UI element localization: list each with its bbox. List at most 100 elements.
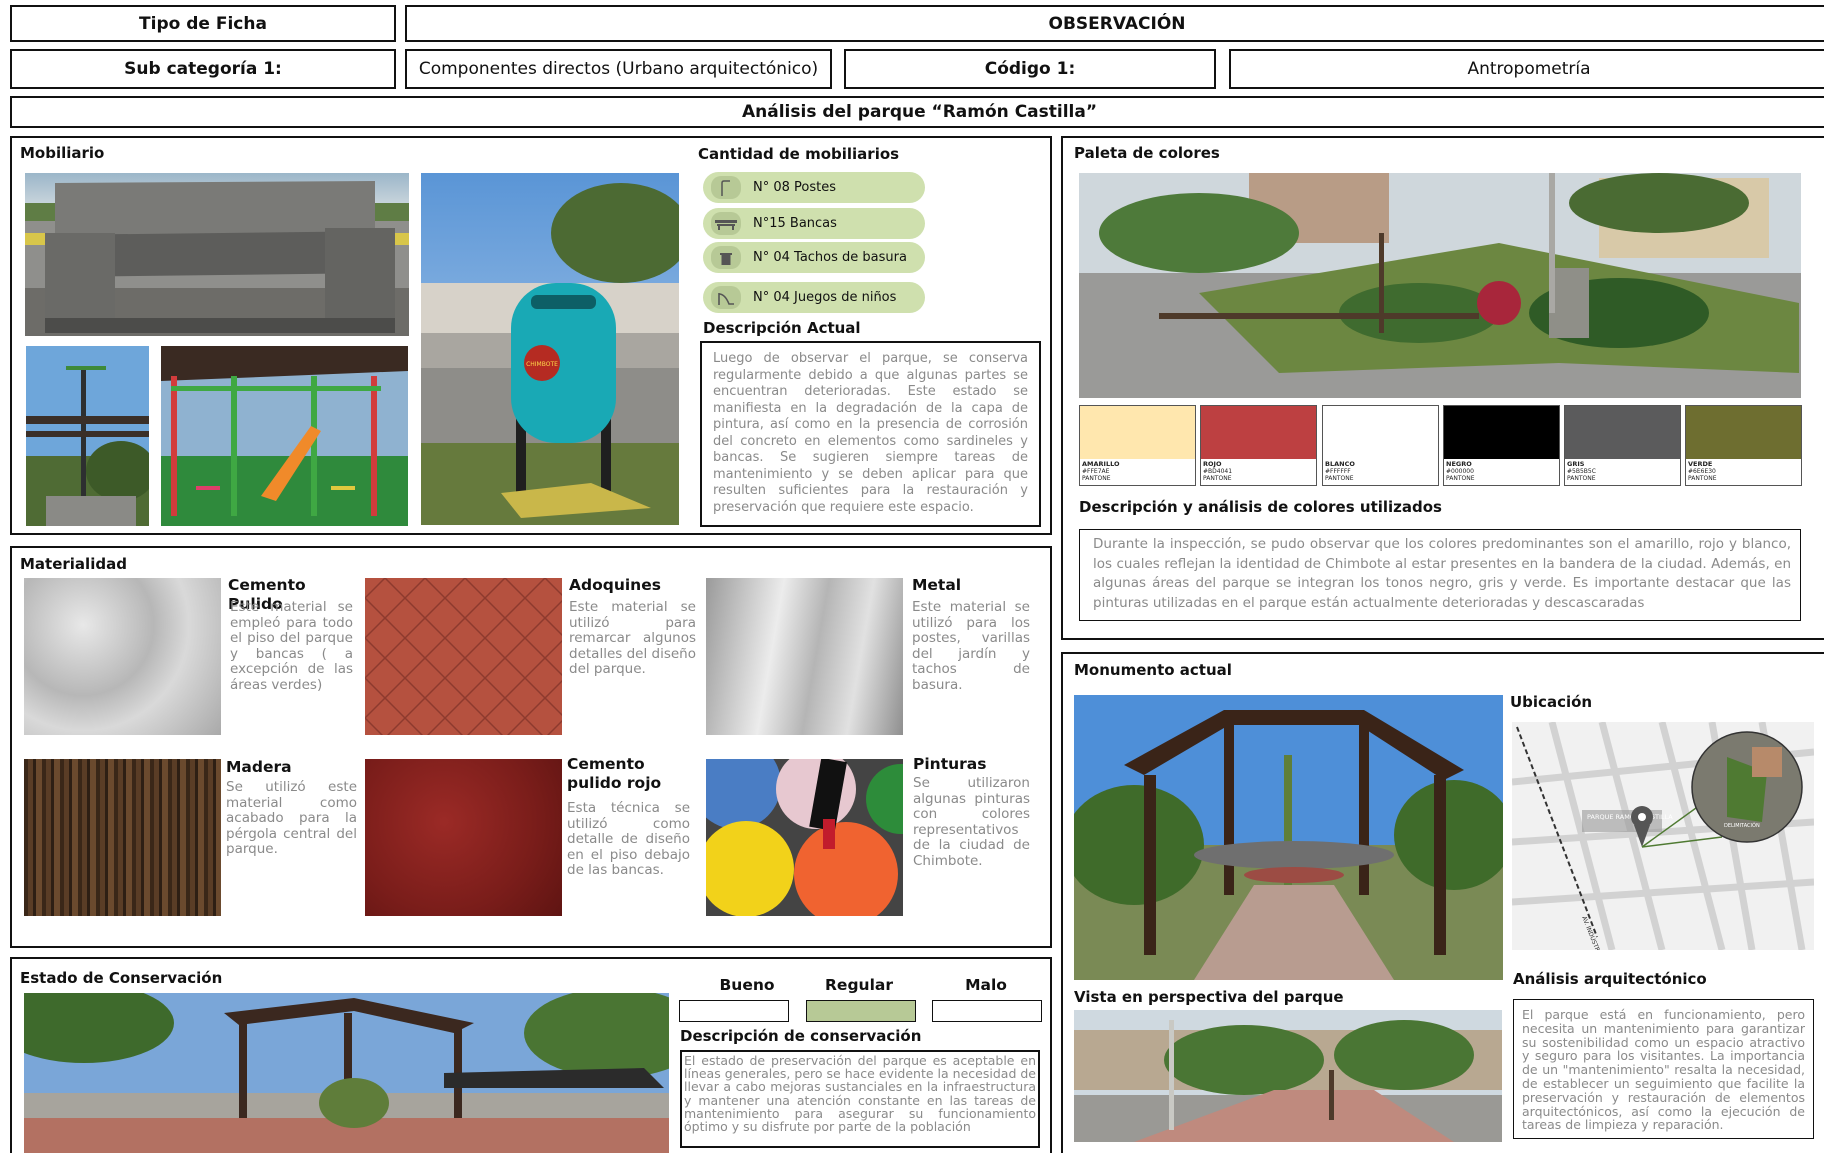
swatch-verde-pantone: PANTONE bbox=[1688, 475, 1717, 482]
swatch-amarillo: AMARILLO #FFE7AE PANTONE bbox=[1079, 405, 1196, 486]
swatch-verde-fill bbox=[1686, 406, 1801, 459]
swatch-rojo-label: ROJO #BD4041 PANTONE bbox=[1203, 460, 1233, 483]
descripcion-actual-title: Descripción Actual bbox=[703, 319, 861, 337]
paleta-desc-title: Descripción y análisis de colores utiliz… bbox=[1079, 498, 1442, 516]
cemento-pulido-text: Este material se empleó para todo el pis… bbox=[230, 599, 353, 693]
pinturas-photo bbox=[706, 759, 903, 916]
pinturas-title: Pinturas bbox=[913, 755, 987, 773]
pinturas-text: Se utilizaron algunas pinturas con color… bbox=[913, 775, 1030, 869]
conservacion-title: Estado de Conservación bbox=[20, 969, 223, 987]
adoquines-title: Adoquines bbox=[569, 576, 661, 594]
subcategoria-label: Sub categoría 1: bbox=[10, 49, 396, 89]
lamp-post-icon bbox=[711, 176, 741, 199]
swatch-amarillo-fill bbox=[1080, 406, 1195, 459]
swatch-gris: GRIS #5B5B5C PANTONE bbox=[1564, 405, 1681, 486]
swatch-rojo-pantone: PANTONE bbox=[1203, 475, 1232, 482]
item-bancas: N°15 Bancas bbox=[703, 208, 925, 239]
cemento-pulido-texture bbox=[24, 578, 221, 735]
codigo-label: Código 1: bbox=[844, 49, 1216, 89]
madera-title: Madera bbox=[226, 758, 292, 776]
perspectiva-photo bbox=[1074, 1010, 1502, 1142]
swatch-gris-name: GRIS bbox=[1567, 460, 1585, 468]
perspectiva-title: Vista en perspectiva del parque bbox=[1074, 988, 1344, 1006]
tipo-ficha-value: OBSERVACIÓN bbox=[405, 5, 1824, 42]
item-postes-label: N° 08 Postes bbox=[753, 180, 837, 195]
bench-photo bbox=[25, 173, 409, 336]
map-zone-label: DELIMITACIÓN bbox=[1724, 822, 1760, 829]
metal-texture bbox=[706, 578, 903, 735]
adoquines-text: Este material se utilizó para remarcar a… bbox=[569, 599, 696, 677]
mobiliario-title: Mobiliario bbox=[20, 144, 105, 162]
bench-icon bbox=[711, 212, 741, 235]
swatch-blanco: BLANCO #FFFFFF PANTONE bbox=[1322, 405, 1439, 486]
swatch-blanco-fill bbox=[1323, 406, 1438, 459]
swatch-verde: VERDE #6E6E30 PANTONE bbox=[1685, 405, 1802, 486]
analysis-title: Análisis del parque “Ramón Castilla” bbox=[741, 102, 1098, 122]
paleta-title: Paleta de colores bbox=[1074, 144, 1220, 162]
swatch-negro-pantone: PANTONE bbox=[1446, 475, 1475, 482]
trash-emblem-text: CHIMBOTE bbox=[526, 361, 558, 368]
option-regular-label: Regular bbox=[825, 976, 893, 994]
cemento-rojo-title: Cemento pulido rojo bbox=[567, 755, 662, 792]
conservacion-desc-text: El estado de preservación del parque es … bbox=[684, 1053, 1036, 1135]
swatch-gris-hex: #5B5B5C bbox=[1567, 468, 1596, 475]
item-postes: N° 08 Postes bbox=[703, 172, 925, 203]
ubicacion-map[interactable]: AV. INDUSTRIAL PARQUE RAMÓN CASTILLA DEL… bbox=[1512, 722, 1814, 950]
materialidad-title: Materialidad bbox=[20, 555, 127, 573]
park-color-photo bbox=[1079, 173, 1801, 398]
swatch-verde-hex: #6E6E30 bbox=[1688, 468, 1716, 475]
conservacion-panorama-photo bbox=[24, 993, 669, 1153]
codigo-value: Antropometría bbox=[1229, 49, 1824, 89]
item-juegos: N° 04 Juegos de niños bbox=[703, 282, 925, 313]
analysis-title-bar: Análisis del parque “Ramón Castilla” bbox=[10, 96, 1824, 128]
swatch-rojo-name: ROJO bbox=[1203, 460, 1222, 468]
metal-text: Este material se utilizó para los postes… bbox=[912, 599, 1030, 693]
ubicacion-title: Ubicación bbox=[1510, 693, 1593, 711]
swatch-blanco-hex: #FFFFFF bbox=[1325, 468, 1351, 475]
swatch-gris-fill bbox=[1565, 406, 1680, 459]
madera-text: Se utilizó este material como acabado pa… bbox=[226, 779, 357, 857]
swatch-amarillo-label: AMARILLO #FFE7AE PANTONE bbox=[1082, 460, 1120, 483]
analisis-title: Análisis arquitectónico bbox=[1513, 970, 1707, 988]
codigo-label-text: Código 1: bbox=[984, 59, 1076, 79]
tipo-ficha-text: Tipo de Ficha bbox=[139, 13, 267, 34]
paleta-desc-text: Durante la inspección, se pudo observar … bbox=[1093, 536, 1791, 611]
item-tachos-label: N° 04 Tachos de basura bbox=[753, 250, 907, 265]
subcategoria-label-text: Sub categoría 1: bbox=[124, 59, 282, 79]
option-bueno-label: Bueno bbox=[719, 976, 775, 994]
swatch-amarillo-name: AMARILLO bbox=[1082, 460, 1120, 468]
swatch-blanco-pantone: PANTONE bbox=[1325, 475, 1354, 482]
item-tachos: N° 04 Tachos de basura bbox=[703, 242, 925, 273]
map-park-label: PARQUE RAMÓN CASTILLA bbox=[1587, 812, 1673, 821]
swatch-rojo: ROJO #BD4041 PANTONE bbox=[1200, 405, 1317, 486]
item-juegos-label: N° 04 Juegos de niños bbox=[753, 290, 897, 305]
swatch-blanco-name: BLANCO bbox=[1325, 460, 1355, 468]
conservacion-desc-title: Descripción de conservación bbox=[680, 1027, 922, 1045]
codigo-value-text: Antropometría bbox=[1467, 59, 1591, 79]
option-malo-box[interactable] bbox=[932, 1000, 1042, 1022]
monumento-photo bbox=[1074, 695, 1503, 980]
metal-title: Metal bbox=[912, 576, 962, 594]
monumento-title: Monumento actual bbox=[1074, 661, 1232, 679]
tipo-ficha-value-text: OBSERVACIÓN bbox=[1048, 13, 1186, 34]
lamp-post-photo bbox=[26, 346, 149, 526]
swatch-negro-hex: #000000 bbox=[1446, 468, 1474, 475]
swatch-rojo-hex: #BD4041 bbox=[1203, 468, 1233, 475]
trash-bin-icon bbox=[711, 246, 741, 269]
swatch-blanco-label: BLANCO #FFFFFF PANTONE bbox=[1325, 460, 1355, 483]
swatch-negro-name: NEGRO bbox=[1446, 460, 1472, 468]
cantidad-title: Cantidad de mobiliarios bbox=[698, 145, 900, 163]
adoquines-texture bbox=[365, 578, 562, 735]
subcategoria-value-text: Componentes directos (Urbano arquitectón… bbox=[418, 59, 819, 79]
option-bueno-box[interactable] bbox=[679, 1000, 789, 1022]
madera-texture bbox=[24, 759, 221, 916]
tipo-ficha-label: Tipo de Ficha bbox=[10, 5, 396, 42]
slide-icon bbox=[711, 286, 741, 309]
item-bancas-label: N°15 Bancas bbox=[753, 216, 837, 231]
descripcion-actual-text: Luego de observar el parque, se conserva… bbox=[713, 351, 1028, 515]
subcategoria-value: Componentes directos (Urbano arquitectón… bbox=[405, 49, 832, 89]
option-malo-label: Malo bbox=[965, 976, 1007, 994]
option-regular-box[interactable] bbox=[806, 1000, 916, 1022]
playground-photo bbox=[161, 346, 408, 526]
swatch-negro-label: NEGRO #000000 PANTONE bbox=[1446, 460, 1475, 483]
